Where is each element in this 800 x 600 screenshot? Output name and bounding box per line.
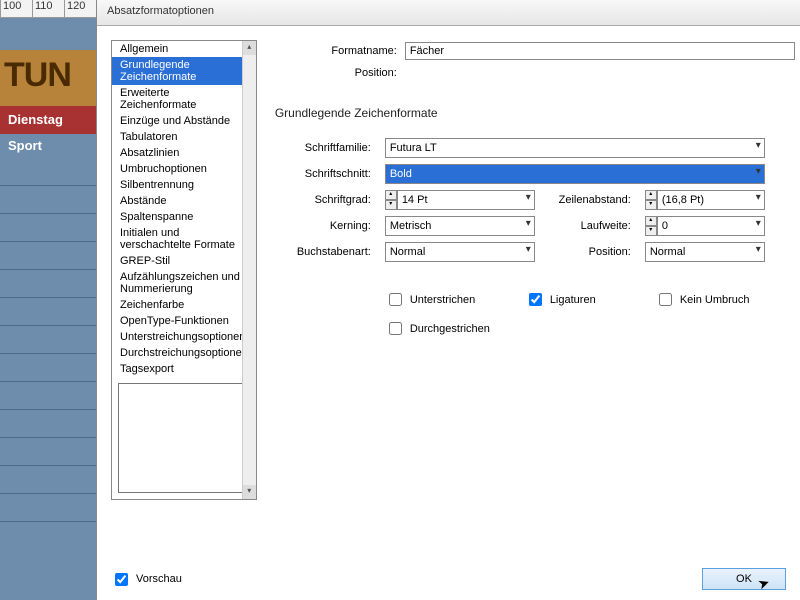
underline-checkbox[interactable]: Unterstrichen <box>385 290 525 309</box>
dialog-title: Absatzformatoptionen <box>97 0 800 26</box>
kerning-label: Kerning: <box>275 220 375 232</box>
font-family-select[interactable]: Futura LT <box>385 138 765 158</box>
preview-checkbox[interactable]: Vorschau <box>111 570 182 589</box>
strike-checkbox[interactable]: Durchgestrichen <box>385 319 525 338</box>
stepper-down-icon[interactable]: ▾ <box>645 200 657 210</box>
nobreak-checkbox[interactable]: Kein Umbruch <box>655 290 795 309</box>
category-item[interactable]: Erweiterte Zeichenformate <box>112 85 256 113</box>
ruler: 100 110 120 <box>0 0 96 18</box>
category-item[interactable]: Silbentrennung <box>112 177 256 193</box>
tracking-field[interactable]: ▴▾ 0 <box>645 216 765 236</box>
category-item[interactable]: Unterstreichungsoptionen <box>112 329 256 345</box>
category-item[interactable]: Durchstreichungsoptionen <box>112 345 256 361</box>
stepper-down-icon[interactable]: ▾ <box>645 226 657 236</box>
kerning-select[interactable]: Metrisch <box>385 216 535 236</box>
bg-day-label: Dienstag <box>0 106 96 134</box>
category-item[interactable]: GREP-Stil <box>112 253 256 269</box>
case-select[interactable]: Normal <box>385 242 535 262</box>
formatname-input[interactable] <box>405 42 795 60</box>
category-item[interactable]: Umbruchoptionen <box>112 161 256 177</box>
background-document: 100 110 120 TUN Dienstag Sport <box>0 0 96 600</box>
font-size-label: Schriftgrad: <box>275 194 375 206</box>
stepper-up-icon[interactable]: ▴ <box>645 190 657 200</box>
category-item[interactable]: Tabulatoren <box>112 129 256 145</box>
category-item[interactable]: Allgemein <box>112 41 256 57</box>
stepper-up-icon[interactable]: ▴ <box>385 190 397 200</box>
charpos-select[interactable]: Normal <box>645 242 765 262</box>
ruler-tick: 110 <box>32 0 64 17</box>
tracking-label: Laufweite: <box>545 220 635 232</box>
bg-headline: TUN <box>0 50 96 106</box>
category-item[interactable]: Grundlegende Zeichenformate <box>112 57 256 85</box>
category-list[interactable]: AllgemeinGrundlegende ZeichenformateErwe… <box>111 40 257 500</box>
position-label: Position: <box>275 67 405 79</box>
scrollbar[interactable]: ▴ ▾ <box>242 41 256 499</box>
bg-section-label: Sport <box>0 134 96 158</box>
category-list-empty <box>118 383 250 493</box>
category-item[interactable]: Abstände <box>112 193 256 209</box>
stepper-down-icon[interactable]: ▾ <box>385 200 397 210</box>
category-item[interactable]: Initialen und verschachtelte Formate <box>112 225 256 253</box>
font-family-label: Schriftfamilie: <box>275 142 375 154</box>
charpos-label: Position: <box>545 246 635 258</box>
category-item[interactable]: Zeichenfarbe <box>112 297 256 313</box>
ligatures-checkbox[interactable]: Ligaturen <box>525 290 655 309</box>
category-item[interactable]: Spaltenspanne <box>112 209 256 225</box>
ok-button[interactable]: OK <box>702 568 786 590</box>
ruler-tick: 100 <box>0 0 32 17</box>
font-style-select[interactable]: Bold <box>385 164 765 184</box>
paragraph-style-options-dialog: Absatzformatoptionen AllgemeinGrundlegen… <box>96 0 800 600</box>
stepper-up-icon[interactable]: ▴ <box>645 216 657 226</box>
leading-field[interactable]: ▴▾ (16,8 Pt) <box>645 190 765 210</box>
category-item[interactable]: Einzüge und Abstände <box>112 113 256 129</box>
category-item[interactable]: Tagsexport <box>112 361 256 377</box>
ruler-tick: 120 <box>64 0 96 17</box>
scroll-up-icon[interactable]: ▴ <box>243 41 256 55</box>
font-size-field[interactable]: ▴▾ 14 Pt <box>385 190 535 210</box>
category-item[interactable]: Absatzlinien <box>112 145 256 161</box>
category-item[interactable]: Aufzählungszeichen und Nummerierung <box>112 269 256 297</box>
scroll-down-icon[interactable]: ▾ <box>243 485 256 499</box>
leading-label: Zeilenabstand: <box>545 194 635 206</box>
case-label: Buchstabenart: <box>275 246 375 258</box>
font-style-label: Schriftschnitt: <box>275 168 375 180</box>
formatname-label: Formatname: <box>275 45 405 57</box>
section-heading: Grundlegende Zeichenformate <box>275 106 795 120</box>
category-item[interactable]: OpenType-Funktionen <box>112 313 256 329</box>
